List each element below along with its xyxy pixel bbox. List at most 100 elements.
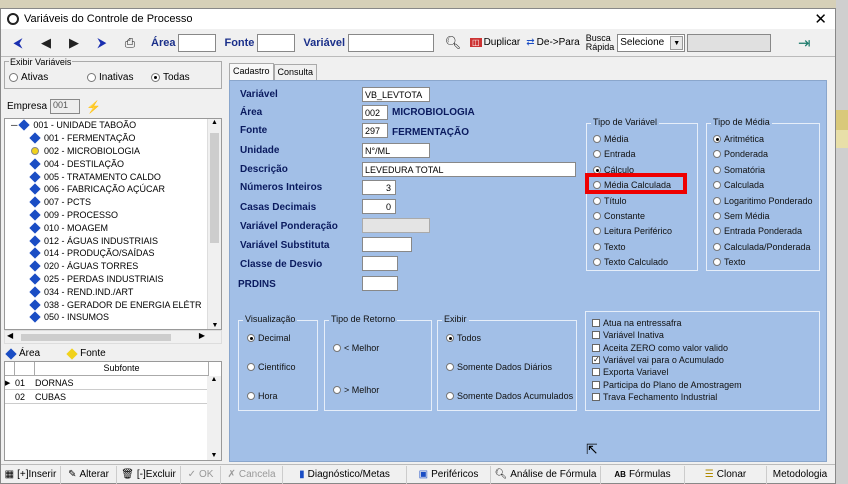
tree-item[interactable]: 007 - PCTS [5, 196, 221, 209]
tab-consulta[interactable]: Consulta [273, 64, 318, 80]
classe-desvio-input[interactable] [362, 256, 398, 271]
exibir-radio[interactable]: Somente Dados Diários [446, 362, 552, 372]
formulas-button[interactable]: AB Fórmulas [601, 465, 685, 484]
tree-item[interactable]: 004 - DESTILAÇÃO [5, 157, 221, 170]
fonte-code-input[interactable]: 297 [362, 123, 388, 138]
tree-item[interactable]: 020 - ÁGUAS TORRES [5, 260, 221, 273]
tree-item[interactable]: 025 - PERDAS INDUSTRIAIS [5, 273, 221, 286]
numeros-inteiros-input[interactable]: 3 [362, 180, 396, 195]
table-row[interactable]: 02 CUBAS [5, 390, 209, 404]
tree-item[interactable]: 006 - FABRICAÇÃO AÇÚCAR [5, 183, 221, 196]
tipo-variavel-radio[interactable]: Título [593, 196, 627, 206]
tipo-media-radio[interactable]: Entrada Ponderada [713, 226, 802, 236]
search-icon[interactable]: 🔍︎ [442, 32, 464, 54]
variavel-substituta-input[interactable] [362, 237, 412, 252]
option-checkbox[interactable]: Exporta Variavel [592, 367, 668, 377]
analise-formula-button[interactable]: 🔍︎ Análise de Fórmula [491, 465, 601, 484]
tipo-media-radio[interactable]: Somatória [713, 165, 765, 175]
tipo-variavel-radio[interactable]: Média [593, 134, 629, 144]
ok-button[interactable]: ✓ OK [181, 465, 221, 484]
tab-cadastro[interactable]: Cadastro [229, 63, 274, 80]
last-record-icon[interactable]: ⮞ [91, 32, 113, 54]
busca-rapida-input[interactable] [687, 33, 772, 52]
tree-item[interactable]: 014 - PRODUÇÃO/SAÍDAS [5, 247, 221, 260]
filter-todas-radio[interactable]: Todas [151, 72, 190, 83]
inserir-button[interactable]: ▦ [+]Inserir [1, 465, 61, 484]
tree-root[interactable]: ─ 001 - UNIDADE TABOÃO [5, 119, 221, 132]
tipo-media-radio[interactable]: Sem Média [713, 211, 770, 221]
next-record-icon[interactable]: ▶ [63, 32, 85, 54]
variavel-filter-input[interactable] [348, 33, 435, 52]
visualizacao-radio[interactable]: Científico [247, 362, 296, 372]
visualizacao-radio[interactable]: Decimal [247, 333, 291, 343]
option-checkbox[interactable]: Aceita ZERO como valor valido [592, 343, 728, 353]
tree-item[interactable]: 001 - FERMENTAÇÃO [5, 132, 221, 145]
chevron-down-icon[interactable]: ▼ [670, 35, 684, 50]
descricao-input[interactable]: LEVEDURA TOTAL [362, 162, 576, 177]
option-checkbox[interactable]: ✓ Variável vai para o Acumulado [592, 355, 724, 365]
option-checkbox[interactable]: Atua na entressafra [592, 318, 682, 328]
area-code-input[interactable]: 002 [362, 105, 388, 120]
exit-icon[interactable]: ⇥ [793, 32, 815, 54]
visualizacao-radio[interactable]: Hora [247, 391, 278, 401]
tree-vertical-scrollbar[interactable]: ▲ ▼ [207, 119, 221, 329]
print-icon[interactable]: ⎙ [119, 32, 141, 54]
filter-ativas-radio[interactable]: Ativas [9, 72, 48, 83]
diagnostico-metas-button[interactable]: ▮ Diagnóstico/Metas [283, 465, 407, 484]
filter-inativas-radio[interactable]: Inativas [87, 72, 133, 83]
area-tree[interactable]: ─ 001 - UNIDADE TABOÃO 001 - FERMENTAÇÃO 0… [4, 118, 222, 330]
tipo-media-radio[interactable]: Logaritimo Ponderado [713, 196, 813, 206]
tipo-media-radio[interactable]: Ponderada [713, 149, 768, 159]
tree-item[interactable]: 009 - PROCESSO [5, 209, 221, 222]
option-checkbox[interactable]: Trava Fechamento Industrial [592, 392, 717, 402]
lightning-icon[interactable]: ⚡ [86, 100, 101, 114]
cancela-button[interactable]: ✗ Cancela [221, 465, 283, 484]
tree-item[interactable]: 034 - REND.IND./ART [5, 285, 221, 298]
tipo-media-radio[interactable]: Calculada [713, 180, 764, 190]
close-icon[interactable]: ✕ [814, 10, 827, 28]
unidade-input[interactable]: N°/ML [362, 143, 430, 158]
tree-item[interactable]: 005 - TRATAMENTO CALDO [5, 170, 221, 183]
casas-decimais-input[interactable]: 0 [362, 199, 396, 214]
metodologia-button[interactable]: Metodologia [767, 466, 833, 484]
tipo-retorno-radio[interactable]: < Melhor [333, 343, 379, 353]
duplicar-button[interactable]: ◫ Duplicar [470, 37, 520, 48]
tree-item[interactable]: 002 - MICROBIOLOGIA [5, 145, 221, 158]
tipo-media-radio[interactable]: Aritmética [713, 134, 764, 144]
tree-horizontal-scrollbar[interactable]: ◀ ▶ [4, 330, 222, 344]
tree-item[interactable]: 012 - ÁGUAS INDUSTRIAIS [5, 234, 221, 247]
option-checkbox[interactable]: Variável Inativa [592, 330, 664, 340]
clonar-button[interactable]: ☰ Clonar [685, 465, 767, 484]
alterar-button[interactable]: ✎ Alterar [61, 465, 117, 484]
tipo-media-radio[interactable]: Texto [713, 257, 746, 267]
variavel-ponderacao-input[interactable] [362, 218, 430, 233]
option-checkbox[interactable]: Participa do Plano de Amostragem [592, 380, 742, 390]
empresa-input[interactable]: 001 [50, 99, 81, 114]
tree-item[interactable]: 038 - GERADOR DE ENERGIA ELÉTR [5, 298, 221, 311]
excluir-button[interactable]: 🗑︎ [-]Excluir [117, 465, 181, 484]
de-para-button[interactable]: ⇄ De->Para [526, 37, 579, 48]
exibir-radio[interactable]: Somente Dados Acumulados [446, 391, 573, 401]
previous-record-icon[interactable]: ◀ [35, 32, 57, 54]
exibir-radio[interactable]: Todos [446, 333, 481, 343]
fonte-filter-input[interactable] [257, 33, 296, 52]
tree-item[interactable]: 050 - INSUMOS [5, 311, 221, 324]
busca-rapida-select[interactable]: Selecione ▼ [617, 33, 686, 52]
prdins-input[interactable] [362, 276, 398, 291]
subfonte-scrollbar[interactable]: ▲ ▼ [207, 376, 221, 460]
perifericos-button[interactable]: ▣ Periféricos [407, 465, 491, 484]
tipo-variavel-radio[interactable]: Leitura Periférico [593, 226, 672, 236]
tipo-variavel-radio[interactable]: Entrada [593, 149, 636, 159]
table-row[interactable]: ▶ 01 DORNAS [5, 376, 209, 390]
tipo-variavel-radio[interactable]: Texto [593, 242, 626, 252]
tipo-variavel-radio[interactable]: Texto Calculado [593, 257, 668, 267]
background-app-edge [836, 0, 848, 484]
tipo-retorno-radio[interactable]: > Melhor [333, 385, 379, 395]
prdins-label: PRDINS [238, 279, 276, 290]
area-filter-input[interactable] [178, 33, 217, 52]
tree-item[interactable]: 010 - MOAGEM [5, 221, 221, 234]
tipo-media-radio[interactable]: Calculada/Ponderada [713, 242, 811, 252]
tipo-variavel-radio[interactable]: Constante [593, 211, 645, 221]
variavel-input[interactable]: VB_LEVTOTA [362, 87, 430, 102]
first-record-icon[interactable]: ⮜ [7, 32, 29, 54]
